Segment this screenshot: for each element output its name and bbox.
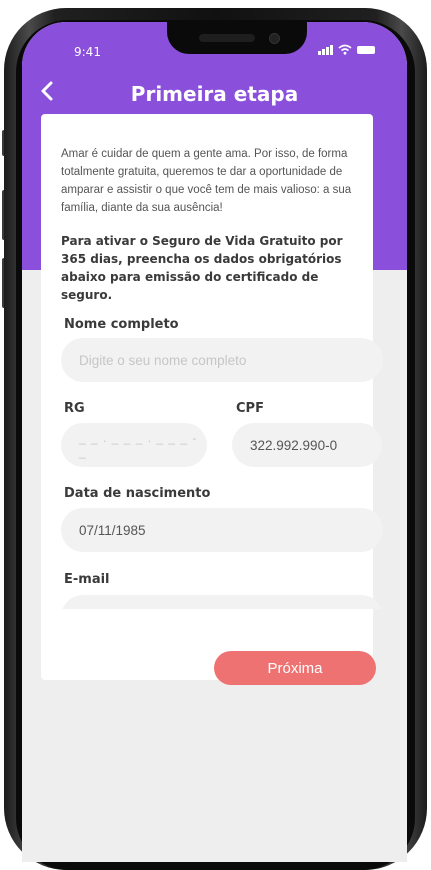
nome-input[interactable]: Digite o seu nome completo bbox=[61, 338, 383, 382]
battery-icon bbox=[357, 45, 375, 54]
rg-input[interactable]: _ _ . _ _ _ . _ _ _ - _ bbox=[61, 423, 207, 467]
email-label: E-mail bbox=[64, 572, 110, 587]
status-icons bbox=[318, 44, 375, 55]
intro-text: Amar é cuidar de quem a gente ama. Por i… bbox=[61, 148, 352, 214]
email-field-clip bbox=[61, 595, 383, 609]
notice-text: Para ativar o Seguro de Vida Gratuito po… bbox=[61, 234, 343, 302]
status-bar: 9:41 bbox=[22, 22, 407, 62]
cpf-label: CPF bbox=[236, 401, 264, 416]
cpf-input[interactable]: 322.992.990-0 bbox=[232, 423, 382, 467]
email-input[interactable] bbox=[61, 595, 383, 609]
rg-label: RG bbox=[64, 401, 85, 416]
signal-icon bbox=[318, 44, 333, 55]
page-title: Primeira etapa bbox=[130, 82, 299, 106]
form-card: Amar é cuidar de quem a gente ama. Por i… bbox=[41, 114, 383, 685]
nascimento-label: Data de nascimento bbox=[64, 486, 211, 501]
next-button[interactable]: Próxima bbox=[214, 651, 376, 685]
status-time: 9:41 bbox=[74, 45, 101, 59]
nascimento-input[interactable]: 07/11/1985 bbox=[61, 508, 383, 552]
speaker-grille bbox=[199, 34, 255, 42]
wifi-icon bbox=[338, 44, 352, 55]
front-camera bbox=[269, 33, 280, 44]
phone-screen: 9:41 Primeira etapa Amar é cuidar de que… bbox=[22, 22, 407, 862]
nome-label: Nome completo bbox=[64, 317, 179, 332]
